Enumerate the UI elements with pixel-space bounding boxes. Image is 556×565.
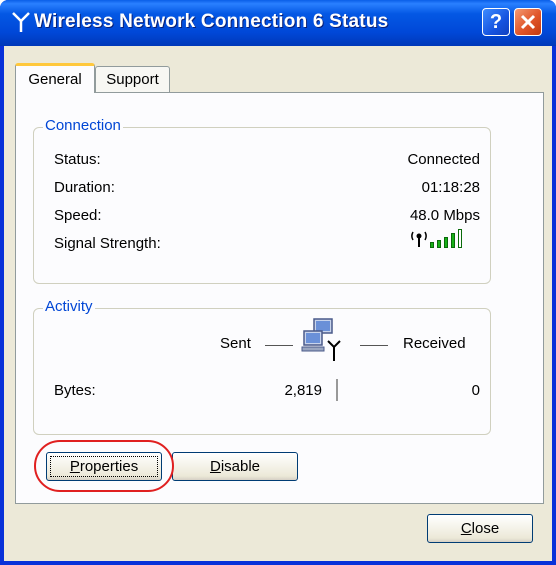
activity-divider — [336, 379, 338, 401]
dialog-client-area: General Support Connection Status: Conne… — [4, 46, 552, 561]
signal-strength-bars — [430, 228, 478, 248]
disable-button-label: Disable — [209, 458, 261, 475]
focus-rectangle — [50, 456, 158, 477]
close-window-button[interactable] — [514, 8, 542, 36]
window-title: Wireless Network Connection 6 Status — [34, 11, 389, 32]
signal-bar-2 — [437, 240, 441, 248]
status-value: Connected — [407, 151, 480, 168]
received-line — [360, 345, 388, 346]
speed-value: 48.0 Mbps — [409, 207, 480, 224]
activity-legend: Activity — [43, 298, 95, 315]
bytes-sent-value: 2,819 — [284, 382, 322, 399]
help-button[interactable]: ? — [482, 8, 510, 36]
help-icon: ? — [489, 11, 503, 33]
signal-antenna-icon — [411, 231, 427, 247]
speed-label: Speed: — [54, 207, 102, 224]
close-button-label: Close — [460, 520, 500, 537]
tab-general[interactable]: General — [15, 63, 95, 93]
status-label: Status: — [54, 151, 101, 168]
close-icon — [520, 14, 536, 30]
disable-button[interactable]: Disable — [172, 452, 298, 481]
activity-group: Activity Sent Received Bytes: 2,819 0 — [33, 298, 491, 435]
duration-value: 01:18:28 — [421, 179, 480, 196]
network-activity-icon — [301, 318, 341, 361]
tab-support[interactable]: Support — [95, 66, 170, 93]
signal-bar-5 — [458, 229, 462, 248]
signal-bar-4 — [451, 233, 455, 248]
duration-label: Duration: — [54, 179, 115, 196]
status-dialog: Wireless Network Connection 6 Status ? G… — [0, 0, 556, 565]
sent-line — [265, 345, 293, 346]
title-bar[interactable]: Wireless Network Connection 6 Status ? — [0, 0, 556, 46]
signal-bar-3 — [444, 237, 448, 248]
signal-bar-1 — [430, 242, 434, 248]
sent-label: Sent — [220, 335, 251, 352]
properties-button[interactable]: Properties — [46, 452, 162, 481]
wireless-antenna-icon — [12, 12, 30, 32]
bytes-label: Bytes: — [54, 382, 96, 399]
signal-strength-label: Signal Strength: — [54, 235, 161, 252]
connection-legend: Connection — [43, 117, 123, 134]
close-button[interactable]: Close — [427, 514, 533, 543]
connection-group: Connection Status: Connected Duration: 0… — [33, 117, 491, 284]
received-label: Received — [403, 335, 466, 352]
bytes-received-value: 0 — [471, 382, 480, 399]
